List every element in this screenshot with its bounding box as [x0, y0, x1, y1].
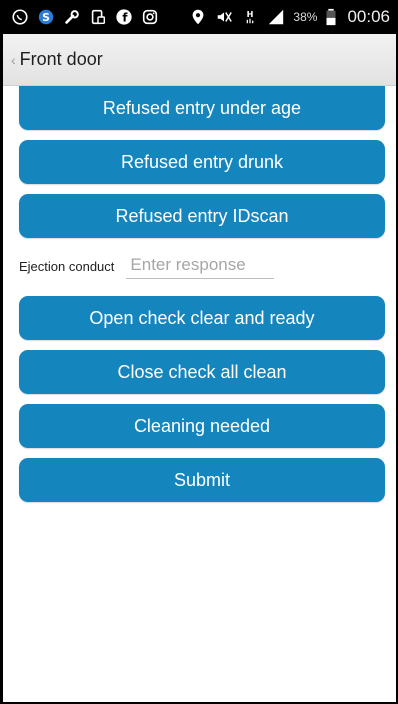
svg-text:S: S [42, 11, 50, 24]
battery-icon [325, 8, 337, 26]
signal-h-icon: H [241, 8, 259, 26]
battery-percent: 38% [293, 10, 318, 24]
svg-text:H: H [247, 9, 254, 19]
wrench-icon [63, 8, 81, 26]
cleaning-needed-button[interactable]: Cleaning needed [19, 404, 385, 448]
back-chevron-icon[interactable]: ‹ [11, 53, 16, 67]
refused-drunk-button[interactable]: Refused entry drunk [19, 140, 385, 184]
clock: 00:06 [347, 7, 390, 26]
svg-text:f: f [122, 11, 128, 25]
facebook-icon: f [115, 8, 133, 26]
tablet-icon [89, 8, 107, 26]
page-title[interactable]: Front door [20, 49, 103, 70]
ejection-conduct-input[interactable] [126, 253, 275, 279]
whatsapp-icon [11, 8, 29, 26]
close-check-button[interactable]: Close check all clean [19, 350, 385, 394]
app-frame: S f H 38% 00:06 ‹ Front door Refused ent… [0, 0, 398, 704]
ejection-conduct-row: Ejection conduct [19, 243, 385, 289]
instagram-icon [141, 8, 159, 26]
refused-under-age-button[interactable]: Refused entry under age [19, 86, 385, 130]
open-check-button[interactable]: Open check clear and ready [19, 296, 385, 340]
status-bar: S f H 38% 00:06 [3, 0, 396, 34]
system-icons: H 38% 00:06 [189, 7, 390, 27]
notification-icons: S f [11, 8, 159, 26]
form-content: Refused entry under age Refused entry dr… [3, 86, 396, 502]
ejection-conduct-label: Ejection conduct [19, 258, 115, 274]
mute-icon [215, 8, 233, 26]
refused-idscan-button[interactable]: Refused entry IDscan [19, 194, 385, 238]
app-header: ‹ Front door [3, 34, 396, 86]
location-icon [189, 8, 207, 26]
cell-signal-icon [267, 8, 285, 26]
skype-icon: S [37, 8, 55, 26]
submit-button[interactable]: Submit [19, 458, 385, 502]
